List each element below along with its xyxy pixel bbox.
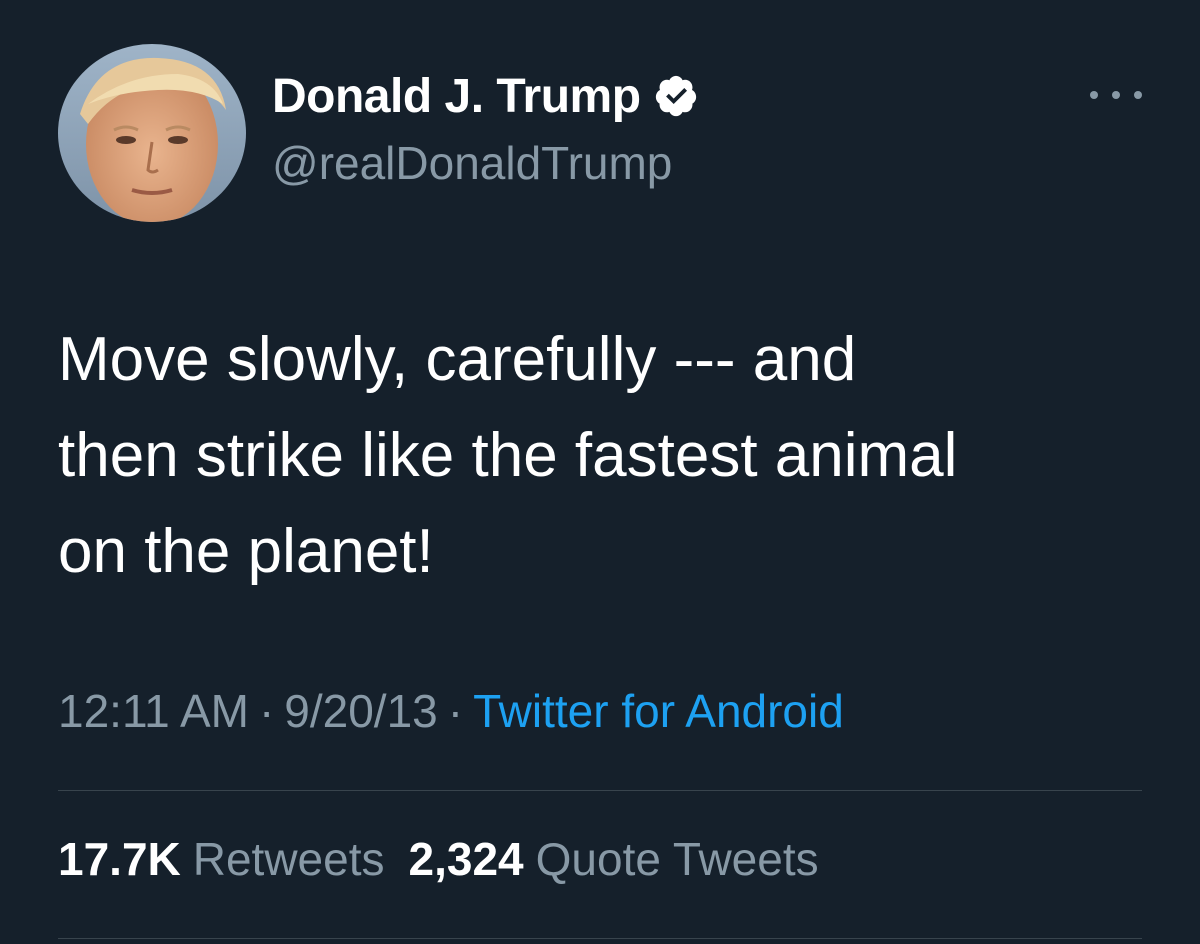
tweet-time[interactable]: 12:11 AM [58,685,249,737]
tweet-text: Move slowly, carefully --- and then stri… [58,312,1148,600]
tweet-date[interactable]: 9/20/13 [284,685,437,737]
retweets-label: Retweets [192,833,385,885]
tweet-meta: 12:11 AM · 9/20/13 · Twitter for Android [58,684,844,738]
author-handle[interactable]: @realDonaldTrump [272,136,672,190]
tweet-stats: 17.7K Retweets 2,324 Quote Tweets [58,832,843,886]
verified-badge-icon [653,73,699,119]
tweet-text-line: on the planet! [58,517,434,586]
more-dot [1134,91,1142,99]
quote-tweets-stat[interactable]: 2,324 Quote Tweets [409,833,843,885]
meta-separator: · [447,685,464,737]
divider [58,938,1142,939]
more-dot [1112,91,1120,99]
tweet-text-line: then strike like the fastest animal [58,421,958,490]
quote-tweets-label: Quote Tweets [535,833,819,885]
meta-separator: · [258,685,275,737]
more-dot [1090,91,1098,99]
tweet-text-line: Move slowly, carefully --- and [58,325,857,394]
divider [58,790,1142,791]
retweets-stat[interactable]: 17.7K Retweets [58,833,409,885]
author-display-name[interactable]: Donald J. Trump [272,69,641,124]
tweet-source-link[interactable]: Twitter for Android [473,685,844,737]
user-avatar-image [58,44,246,222]
tweet-card: Donald J. Trump @realDonaldTrump Move sl… [0,0,1200,944]
author-name-row: Donald J. Trump [272,66,699,126]
more-horizontal-icon[interactable] [1090,80,1142,110]
retweets-count: 17.7K [58,833,181,885]
quote-tweets-count: 2,324 [408,833,524,885]
avatar[interactable] [58,44,246,222]
